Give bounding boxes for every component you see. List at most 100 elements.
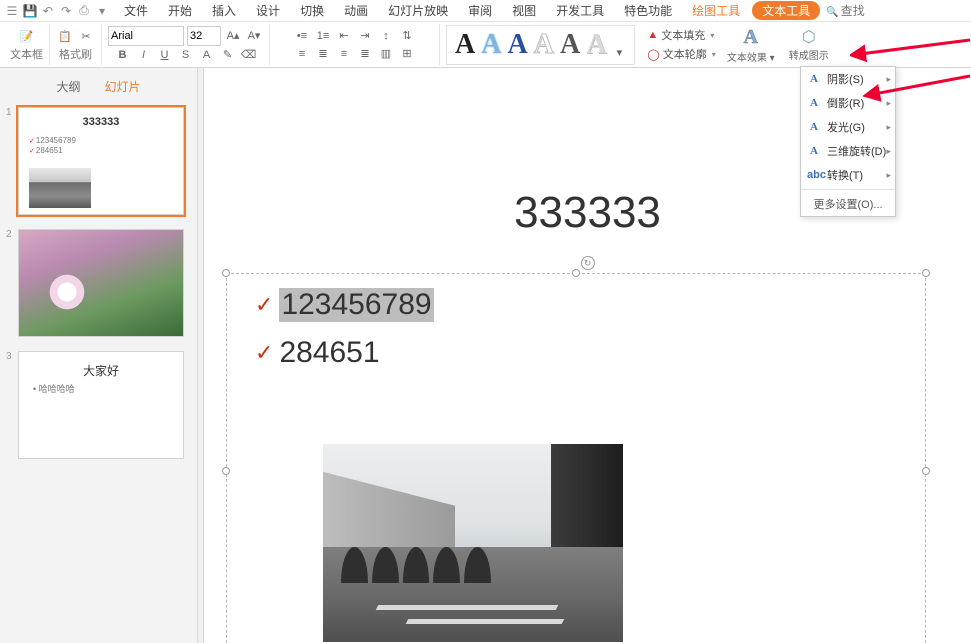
text-effects-button[interactable]: A 文本效果 ▾ [724,25,778,65]
align-right-icon[interactable]: ≡ [335,45,353,63]
redo-icon[interactable]: ↷ [58,3,74,19]
tab-transition[interactable]: 切换 [292,0,332,21]
menu-reflection[interactable]: A倒影(R)▸ [801,91,895,115]
tab-special[interactable]: 特色功能 [616,0,680,21]
text-fill-button[interactable]: ▲文本填充 [647,26,715,44]
tab-drawing-tools[interactable]: 绘图工具 [684,0,748,21]
group-font: A▴ A▾ B I U S A ✎ ⌫ [102,24,270,65]
font-size-input[interactable] [187,26,221,46]
wordart-style-3[interactable]: A [505,29,529,61]
clear-format-icon[interactable]: ⌫ [240,46,258,64]
indent-dec-icon[interactable]: ⇤ [335,27,353,45]
thumb-slot-1: 1 333333 123456789 284651 [0,103,197,225]
menu-separator [801,189,895,190]
thumbnail-2[interactable] [18,229,184,337]
menu-shadow[interactable]: A阴影(S)▸ [801,67,895,91]
checkmark-icon: ✓ [255,292,273,318]
handle-e[interactable] [922,467,930,475]
paste-icon[interactable]: 📋 [56,27,74,45]
menu-3d-rotate-label: 三维旋转(D) [827,143,886,159]
decrease-font-icon[interactable]: A▾ [245,27,263,45]
thumb1-line2: 284651 [29,146,63,155]
cut-icon[interactable]: ✂ [77,27,95,45]
wordart-style-4[interactable]: A [532,29,556,61]
handle-w[interactable] [222,467,230,475]
menu-transform[interactable]: abc转换(T)▸ [801,163,895,187]
content-textbox[interactable]: ✓ 123456789 ✓ 284651 [226,273,926,643]
text-fill-label: 文本填充 [661,27,705,43]
bullet-2[interactable]: ✓ 284651 [255,336,380,370]
tab-animation[interactable]: 动画 [336,0,376,21]
convert-shape-button[interactable]: ⬡ 转成图示 [786,27,832,62]
menu-3d-rotate[interactable]: A三维旋转(D)▸ [801,139,895,163]
italic-icon[interactable]: I [135,46,153,64]
bullet-2-text[interactable]: 284651 [279,336,379,370]
text-effects-label: 文本效果 [727,53,767,64]
search-icon [826,4,838,18]
align-left-icon[interactable]: ≡ [293,45,311,63]
bullets-icon[interactable]: •≡ [293,27,311,45]
numbering-icon[interactable]: 1≡ [314,27,332,45]
strike-icon[interactable]: S [177,46,195,64]
thumb3-title: 大家好 [19,362,183,379]
columns-icon[interactable]: ▥ [377,45,395,63]
align-obj-icon[interactable]: ⊞ [398,45,416,63]
tab-text-tools[interactable]: 文本工具 [752,1,820,20]
handle-n[interactable] [572,269,580,277]
align-center-icon[interactable]: ≣ [314,45,332,63]
font-name-input[interactable] [108,26,184,46]
rotation-handle[interactable] [581,256,595,270]
text-direction-icon[interactable]: ⇅ [398,27,416,45]
underline-icon[interactable]: U [156,46,174,64]
text-outline-button[interactable]: ◯文本轮廓 [647,45,715,63]
wordart-style-6[interactable]: A [584,29,608,61]
bullet-1[interactable]: ✓ 123456789 [255,288,434,322]
group-textbox: 📝 文本框 [4,24,50,65]
text-outline-label: 文本轮廓 [663,46,707,62]
app-menu-icon[interactable]: ☰ [4,3,20,19]
search-box[interactable]: 查找 [826,2,864,19]
tab-start[interactable]: 开始 [160,0,200,21]
tab-file[interactable]: 文件 [116,0,156,21]
undo-icon[interactable]: ↶ [40,3,56,19]
align-justify-icon[interactable]: ≣ [356,45,374,63]
qat-more-icon[interactable]: ▾ [94,3,110,19]
formatpainter-label[interactable]: 格式刷 [59,46,92,62]
tab-design[interactable]: 设计 [248,0,288,21]
save-icon[interactable]: 💾 [22,3,38,19]
image-roadline-1 [376,605,559,610]
menu-tabs: 文件 开始 插入 设计 切换 动画 幻灯片放映 审阅 视图 开发工具 特色功能 … [116,0,820,21]
search-label: 查找 [841,2,865,19]
slide-image[interactable] [323,444,623,642]
convert-shape-label: 转成图示 [789,47,829,62]
thumbnail-3[interactable]: 大家好 • 哈哈哈哈 [18,351,184,459]
highlight-icon[interactable]: ✎ [219,46,237,64]
print-icon[interactable]: ⎙ [76,3,92,19]
wordart-style-5[interactable]: A [558,29,582,61]
tab-review[interactable]: 审阅 [460,0,500,21]
font-color-icon[interactable]: A [198,46,216,64]
wordart-gallery[interactable]: A A A A A A ▾ [446,25,635,65]
tab-slideshow[interactable]: 幻灯片放映 [380,0,456,21]
textbox-icon[interactable]: 📝 [18,27,36,45]
wordart-style-2[interactable]: A [479,29,503,61]
line-spacing-icon[interactable]: ↕ [377,27,395,45]
bullet-1-text[interactable]: 123456789 [279,288,433,322]
menu-glow[interactable]: A发光(G)▸ [801,115,895,139]
tab-dev[interactable]: 开发工具 [548,0,612,21]
bold-icon[interactable]: B [114,46,132,64]
tab-view[interactable]: 视图 [504,0,544,21]
group-text-format: ▲文本填充 ◯文本轮廓 [637,24,721,65]
outline-tab[interactable]: 大纲 [46,76,90,97]
increase-font-icon[interactable]: A▴ [224,27,242,45]
handle-nw[interactable] [222,269,230,277]
slides-tab[interactable]: 幻灯片 [95,76,151,97]
tab-insert[interactable]: 插入 [204,0,244,21]
thumbnail-1[interactable]: 333333 123456789 284651 [18,107,184,215]
indent-inc-icon[interactable]: ⇥ [356,27,374,45]
wordart-more-icon[interactable]: ▾ [610,44,628,62]
menu-more-settings[interactable]: 更多设置(O)... [801,192,895,216]
handle-ne[interactable] [922,269,930,277]
thumb3-line: • 哈哈哈哈 [33,382,75,395]
wordart-style-1[interactable]: A [453,29,477,61]
